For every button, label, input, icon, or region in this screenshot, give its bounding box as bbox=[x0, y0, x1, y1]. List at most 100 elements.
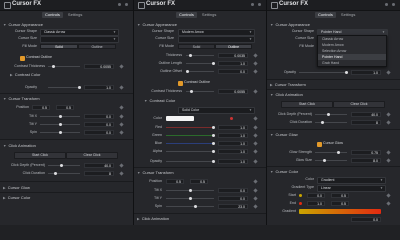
outline-offset-slider[interactable] bbox=[186, 71, 214, 72]
contrast-outline-checkbox[interactable] bbox=[178, 81, 183, 86]
options-icon[interactable] bbox=[385, 3, 388, 6]
end-y-input[interactable]: 0.5 bbox=[331, 201, 349, 206]
outline-length-slider[interactable] bbox=[186, 63, 214, 64]
tab-controls[interactable]: Controls bbox=[42, 12, 63, 18]
keyframe-icon[interactable] bbox=[119, 105, 124, 110]
interpolation-input[interactable]: 0.0 bbox=[351, 217, 381, 222]
keyframe-icon[interactable] bbox=[386, 201, 391, 206]
section-cursor-transform[interactable]: ▼ Cursor Transform bbox=[137, 169, 174, 177]
click-duration-input[interactable]: 8 bbox=[84, 171, 114, 176]
slider-thumb[interactable] bbox=[52, 65, 55, 68]
click-depth-input[interactable]: 40.0 bbox=[351, 112, 381, 117]
tilt-y-input[interactable]: 0.0 bbox=[218, 196, 248, 201]
cursor-size-dropdown[interactable]: ▼ bbox=[40, 36, 119, 43]
position-y-input[interactable]: 0.5 bbox=[56, 105, 74, 110]
keyframe-icon[interactable] bbox=[253, 159, 258, 164]
section-click-animation[interactable]: ▼ Click Animation bbox=[3, 142, 36, 150]
opacity-slider[interactable] bbox=[299, 72, 347, 73]
tilt-y-input[interactable]: 0.0 bbox=[84, 122, 114, 127]
slider-thumb[interactable] bbox=[78, 86, 81, 89]
gradient-type-dropdown[interactable]: Linear ▼ bbox=[317, 185, 386, 192]
blue-input[interactable]: 1.0 bbox=[218, 141, 248, 146]
tab-settings[interactable]: Settings bbox=[65, 12, 85, 18]
spin-input[interactable]: 23.0 bbox=[218, 204, 248, 209]
slider-thumb[interactable] bbox=[321, 121, 324, 124]
keyframe-icon[interactable] bbox=[119, 163, 124, 168]
color-mode-dropdown[interactable]: Gradient ▼ bbox=[317, 177, 386, 184]
keyframe-icon[interactable] bbox=[253, 69, 258, 74]
keyframe-icon[interactable] bbox=[119, 64, 124, 69]
section-cursor-color[interactable]: ▼ Cursor Color bbox=[270, 168, 298, 176]
keyframe-icon[interactable] bbox=[119, 122, 124, 127]
glow-size-slider[interactable] bbox=[315, 160, 347, 161]
slider-thumb[interactable] bbox=[212, 134, 215, 137]
alpha-input[interactable]: 1.0 bbox=[218, 149, 248, 154]
section-cursor-glow[interactable]: ▼ Cursor Glow bbox=[270, 131, 298, 139]
slider-thumb[interactable] bbox=[212, 142, 215, 145]
position-x-input[interactable]: 0.5 bbox=[166, 179, 184, 184]
start-click-button[interactable]: Start Click bbox=[14, 152, 66, 159]
start-x-input[interactable]: 0.0 bbox=[307, 193, 325, 198]
end-x-input[interactable]: 1.0 bbox=[307, 201, 325, 206]
slider-thumb[interactable] bbox=[337, 151, 340, 154]
close-icon[interactable] bbox=[392, 3, 395, 6]
gradient-bar[interactable] bbox=[299, 209, 381, 214]
opacity-input[interactable]: 1.0 bbox=[218, 159, 248, 164]
slider-thumb[interactable] bbox=[327, 113, 330, 116]
section-click-animation[interactable]: ▼ Click Animation bbox=[270, 91, 303, 99]
slider-thumb[interactable] bbox=[59, 123, 62, 126]
keyframe-icon[interactable] bbox=[119, 130, 124, 135]
slider-thumb[interactable] bbox=[60, 164, 63, 167]
keyframe-icon[interactable] bbox=[119, 171, 124, 176]
tab-controls[interactable]: Controls bbox=[176, 12, 197, 18]
alpha-slider[interactable] bbox=[166, 151, 214, 152]
fill-solid-button[interactable]: Solid bbox=[178, 44, 215, 49]
slider-thumb[interactable] bbox=[212, 160, 215, 163]
keyframe-icon[interactable] bbox=[253, 188, 258, 193]
start-color-swatch[interactable] bbox=[299, 194, 302, 197]
click-depth-slider[interactable] bbox=[48, 165, 80, 166]
position-y-input[interactable]: 0.5 bbox=[190, 179, 208, 184]
tab-settings[interactable]: Settings bbox=[199, 12, 219, 18]
section-cursor-transform[interactable]: ▶ Cursor Transform bbox=[270, 81, 306, 89]
keyframe-icon[interactable] bbox=[253, 141, 258, 146]
close-icon[interactable] bbox=[125, 3, 128, 6]
section-contrast-color[interactable]: ▼ Contrast Color bbox=[144, 97, 175, 105]
section-contrast-color[interactable]: ▶ Contrast Color bbox=[10, 71, 41, 79]
clear-click-button[interactable]: Clear Click bbox=[333, 101, 385, 108]
red-slider[interactable] bbox=[166, 127, 214, 128]
slider-thumb[interactable] bbox=[59, 131, 62, 134]
spin-slider[interactable] bbox=[166, 206, 214, 207]
keyframe-icon[interactable] bbox=[253, 89, 258, 94]
opacity-slider[interactable] bbox=[166, 161, 214, 162]
keyframe-icon[interactable] bbox=[386, 70, 391, 75]
options-icon[interactable] bbox=[118, 3, 121, 6]
slider-thumb[interactable] bbox=[212, 62, 215, 65]
tilt-x-input[interactable]: 0.0 bbox=[218, 188, 248, 193]
click-duration-slider[interactable] bbox=[48, 173, 80, 174]
slider-thumb[interactable] bbox=[212, 126, 215, 129]
color-swatch[interactable] bbox=[166, 116, 194, 121]
red-input[interactable]: 1.0 bbox=[218, 125, 248, 130]
keyframe-icon[interactable] bbox=[386, 158, 391, 163]
keyframe-icon[interactable] bbox=[253, 116, 258, 121]
thickness-input[interactable]: 0.0035 bbox=[218, 53, 248, 58]
slider-thumb[interactable] bbox=[189, 197, 192, 200]
slider-thumb[interactable] bbox=[189, 54, 192, 57]
tab-settings[interactable]: Settings bbox=[338, 12, 358, 18]
glow-strength-input[interactable]: 0.75 bbox=[351, 150, 381, 155]
keyframe-icon[interactable] bbox=[386, 193, 391, 198]
slider-thumb[interactable] bbox=[194, 205, 197, 208]
blue-slider[interactable] bbox=[166, 143, 214, 144]
click-duration-input[interactable]: 8 bbox=[351, 120, 381, 125]
color-mode-dropdown[interactable]: Solid Color ▼ bbox=[178, 107, 255, 114]
cursor-size-dropdown[interactable]: ▼ bbox=[178, 36, 255, 43]
keyframe-icon[interactable] bbox=[253, 149, 258, 154]
slider-thumb[interactable] bbox=[186, 70, 189, 73]
cursor-glow-checkbox[interactable] bbox=[317, 142, 322, 147]
contrast-outline-checkbox[interactable] bbox=[20, 56, 25, 61]
slider-thumb[interactable] bbox=[189, 189, 192, 192]
slider-thumb[interactable] bbox=[212, 150, 215, 153]
position-x-input[interactable]: 0.5 bbox=[32, 105, 50, 110]
slider-thumb[interactable] bbox=[54, 172, 57, 175]
